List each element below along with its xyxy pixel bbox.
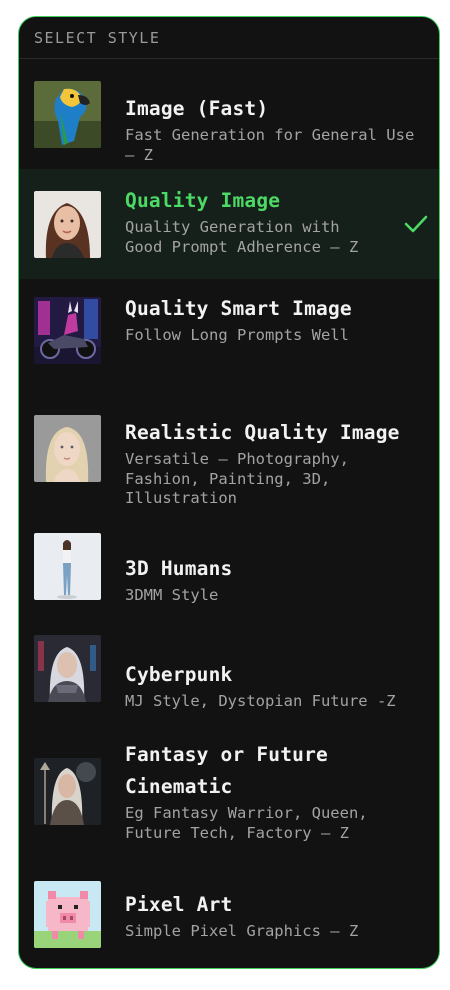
blonde-portrait-thumbnail — [34, 415, 101, 482]
style-option-quality-image[interactable]: Quality Image Quality Generation with Go… — [19, 169, 439, 279]
style-option-description: Eg Fantasy Warrior, Queen, Future Tech, … — [125, 804, 368, 842]
style-option-title: Pixel Art — [125, 893, 233, 916]
style-option-title: Fantasy or Future Cinematic — [125, 743, 328, 798]
style-option-title: Cyberpunk — [125, 663, 233, 686]
style-option-description: 3DMM Style — [125, 586, 219, 604]
style-option-title: Quality Smart Image — [125, 297, 352, 320]
warrior-queen-thumbnail — [34, 758, 101, 825]
panel-title: SELECT STYLE — [34, 28, 161, 47]
woman-portrait-thumbnail — [34, 191, 101, 258]
style-option-fantasy-cinematic[interactable]: Fantasy or Future Cinematic Eg Fantasy W… — [19, 725, 439, 863]
style-option-description: Fast Generation for General Use — Z — [125, 126, 415, 164]
style-option-title: 3D Humans — [125, 557, 233, 580]
parrot-thumbnail — [34, 81, 101, 148]
style-option-3d-humans[interactable]: 3D Humans 3DMM Style — [19, 499, 439, 625]
panel-header: SELECT STYLE — [19, 17, 439, 59]
checkmark-icon — [404, 215, 428, 233]
standing-woman-thumbnail — [34, 533, 101, 600]
style-option-quality-smart-image[interactable]: Quality Smart Image Follow Long Prompts … — [19, 279, 439, 377]
style-option-title: Image (Fast) — [125, 97, 269, 120]
motorcycle-rider-thumbnail — [34, 297, 101, 364]
style-option-title: Quality Image — [125, 189, 281, 212]
style-option-description: Quality Generation with Good Prompt Adhe… — [125, 218, 359, 256]
style-option-description: Follow Long Prompts Well — [125, 326, 349, 344]
style-option-description: MJ Style, Dystopian Future -Z — [125, 692, 396, 710]
style-option-pixel-art[interactable]: Pixel Art Simple Pixel Graphics — Z — [19, 863, 439, 963]
style-option-realistic-quality-image[interactable]: Realistic Quality Image Versatile — Phot… — [19, 377, 439, 507]
cyber-woman-thumbnail — [34, 635, 101, 702]
style-option-description: Simple Pixel Graphics — Z — [125, 922, 359, 940]
pixel-pig-thumbnail — [34, 881, 101, 948]
style-selector-panel: SELECT STYLE Image (Fast) Fast Generatio… — [18, 16, 440, 969]
style-option-cyberpunk[interactable]: Cyberpunk MJ Style, Dystopian Future -Z — [19, 625, 439, 725]
style-option-title: Realistic Quality Image — [125, 421, 400, 444]
style-option-image-fast[interactable]: Image (Fast) Fast Generation for General… — [19, 59, 439, 169]
